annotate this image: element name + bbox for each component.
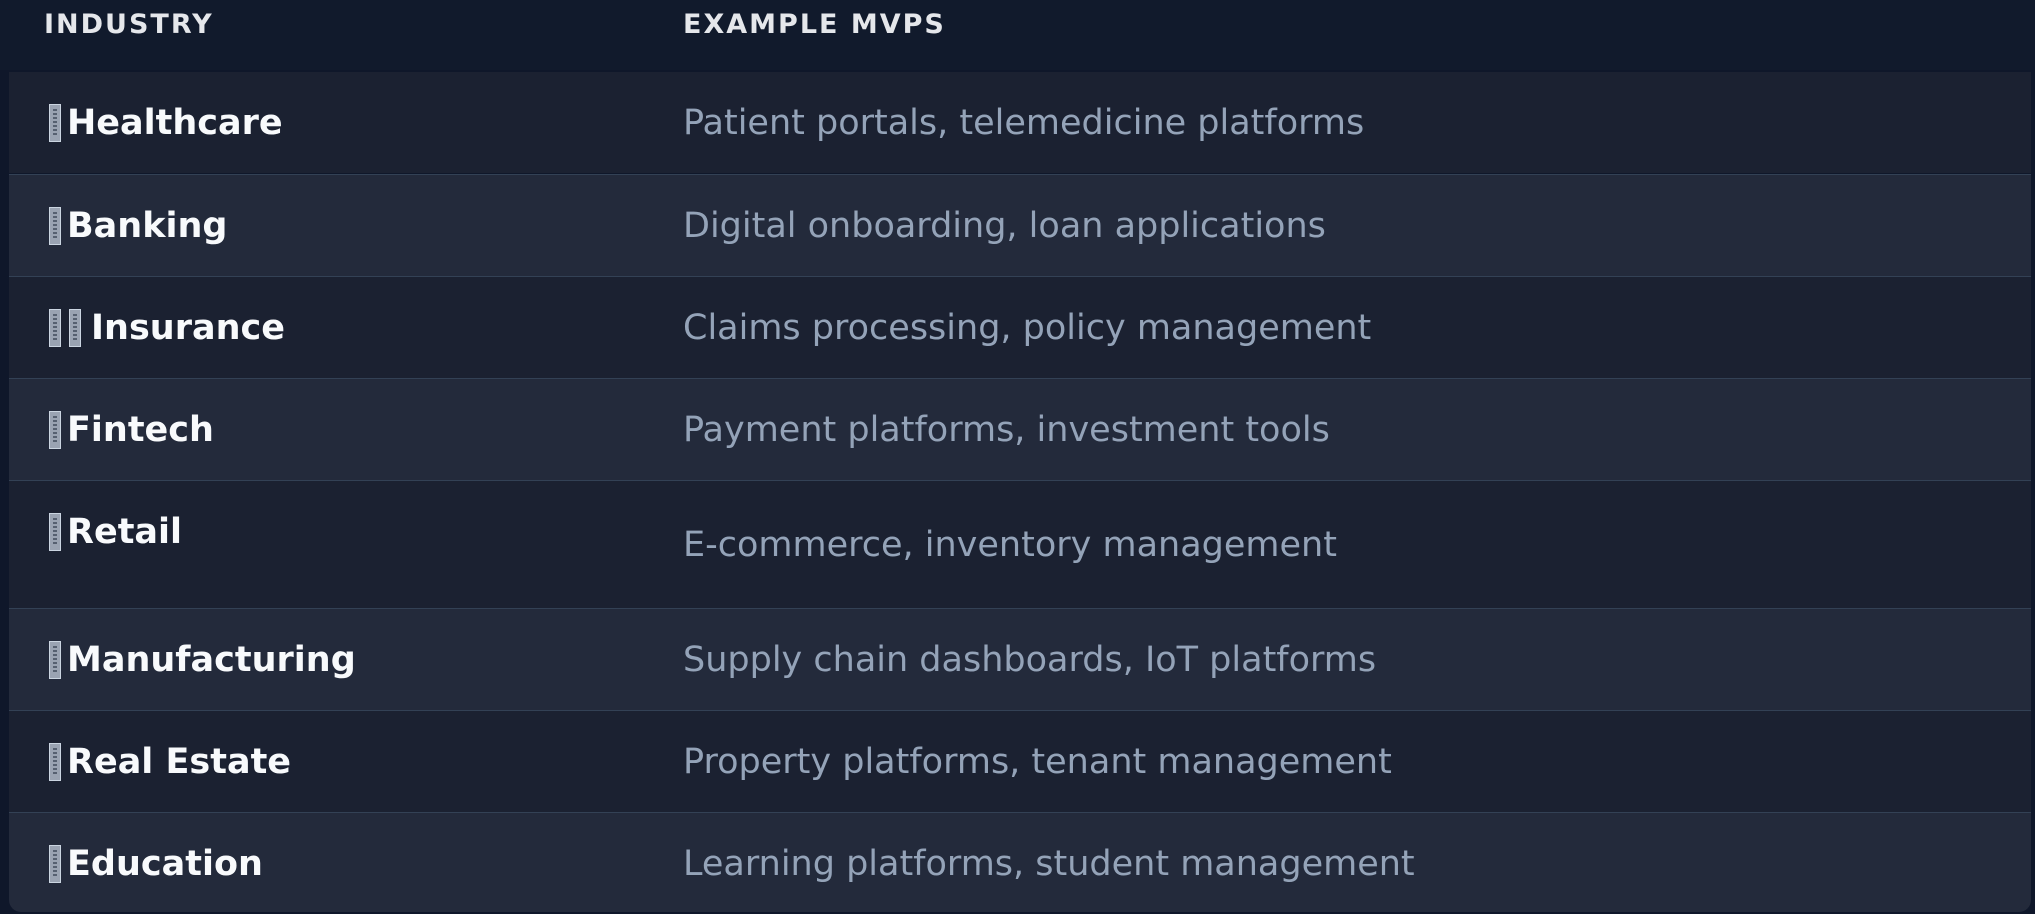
mvp-examples: Property platforms, tenant management — [683, 741, 1392, 782]
industry-cell: Insurance — [49, 277, 285, 378]
industry-label: Manufacturing — [67, 639, 356, 680]
table-row: Real Estate Property platforms, tenant m… — [9, 710, 2031, 812]
table-header: INDUSTRY EXAMPLE MVPS — [0, 0, 2035, 70]
missing-emoji-glyph-icon — [49, 512, 61, 551]
missing-emoji-glyph-icon — [49, 640, 61, 679]
table-row: Education Learning platforms, student ma… — [9, 812, 2031, 912]
mvp-examples: Learning platforms, student management — [683, 843, 1415, 884]
industry-label: Banking — [67, 205, 228, 246]
table-row: Banking Digital onboarding, loan applica… — [9, 174, 2031, 276]
table-row: Fintech Payment platforms, investment to… — [9, 378, 2031, 480]
mvp-examples: Patient portals, telemedicine platforms — [683, 102, 1365, 143]
mvp-examples: E-commerce, inventory management — [683, 524, 1337, 565]
missing-emoji-glyph-icon — [49, 410, 61, 449]
table-row: Healthcare Patient portals, telemedicine… — [9, 72, 2031, 173]
industry-label: Education — [67, 843, 263, 884]
industry-label: Real Estate — [67, 741, 292, 782]
industry-cell: Real Estate — [49, 711, 291, 812]
industry-label: Retail — [67, 511, 183, 552]
missing-emoji-glyph-icon — [49, 308, 61, 347]
industry-cell: Healthcare — [49, 72, 283, 173]
industry-table: Healthcare Patient portals, telemedicine… — [9, 72, 2031, 912]
missing-emoji-glyph-icon — [49, 844, 61, 883]
missing-emoji-glyph-icon — [49, 742, 61, 781]
industry-cell: Retail — [49, 481, 182, 582]
table-row: Manufacturing Supply chain dashboards, I… — [9, 608, 2031, 710]
industry-cell: Banking — [49, 175, 227, 276]
industry-label: Healthcare — [67, 102, 283, 143]
industry-cell: Education — [49, 813, 263, 912]
industry-cell: Fintech — [49, 379, 214, 480]
mvp-examples: Supply chain dashboards, IoT platforms — [683, 639, 1377, 680]
industry-mvp-table-page: INDUSTRY EXAMPLE MVPS Healthcare Patient… — [0, 0, 2035, 914]
mvp-examples: Payment platforms, investment tools — [683, 409, 1330, 450]
table-row: Insurance Claims processing, policy mana… — [9, 276, 2031, 378]
missing-emoji-glyph-icon — [69, 308, 81, 347]
mvp-examples: Claims processing, policy management — [683, 307, 1372, 348]
industry-label: Fintech — [67, 409, 214, 450]
table-row: Retail E-commerce, inventory management — [9, 480, 2031, 608]
missing-emoji-glyph-icon — [49, 103, 61, 142]
industry-cell: Manufacturing — [49, 609, 356, 710]
industry-label: Insurance — [91, 307, 285, 348]
missing-emoji-glyph-icon — [49, 206, 61, 245]
example-mvps-column-header: EXAMPLE MVPS — [683, 9, 946, 40]
industry-column-header: INDUSTRY — [44, 9, 214, 40]
mvp-examples: Digital onboarding, loan applications — [683, 205, 1326, 246]
